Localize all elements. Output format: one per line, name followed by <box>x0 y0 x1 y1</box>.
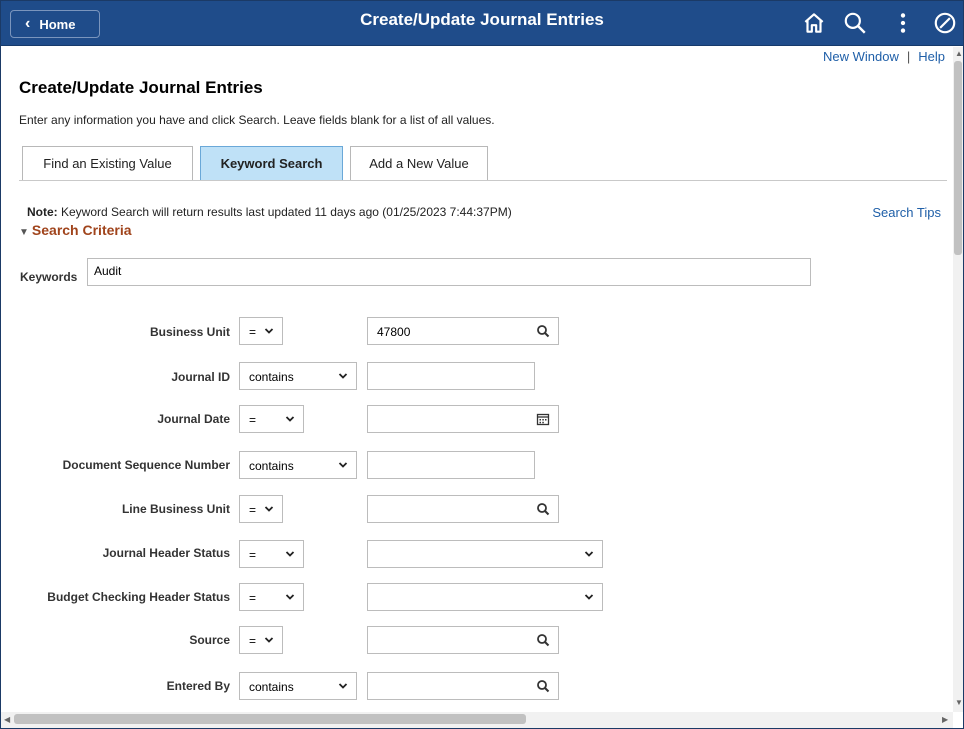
triangle-down-icon: ▼ <box>19 227 29 238</box>
chevron-down-icon <box>285 594 295 600</box>
operator-value: = <box>249 548 257 562</box>
chevron-down-icon <box>338 373 348 379</box>
business-unit-input[interactable]: 47800 <box>367 317 559 345</box>
navbar-compass-icon[interactable] <box>932 10 958 36</box>
tab-label: Find an Existing Value <box>43 156 172 171</box>
chevron-down-icon <box>338 683 348 689</box>
chevron-down-icon <box>264 328 274 334</box>
line-business-unit-label: Line Business Unit <box>121 502 230 516</box>
note-prefix: Note: <box>27 205 58 219</box>
actions-menu-icon[interactable] <box>890 10 916 36</box>
entered-by-operator[interactable]: contains <box>239 672 357 700</box>
tab-label: Add a New Value <box>369 156 469 171</box>
journal-header-status-select[interactable] <box>367 540 603 568</box>
chevron-down-icon <box>584 551 594 557</box>
chevron-down-icon <box>338 462 348 468</box>
field-value: 47800 <box>377 325 411 339</box>
tab-add-new-value[interactable]: Add a New Value <box>350 146 488 180</box>
document-sequence-number-operator[interactable]: contains <box>239 451 357 479</box>
journal-date-input[interactable] <box>367 405 559 433</box>
business-unit-label: Business Unit <box>149 325 230 339</box>
header-bar: ‹ Home Create/Update Journal Entries <box>1 1 963 46</box>
note-text: Keyword Search will return results last … <box>57 205 512 219</box>
keywords-input[interactable]: Audit <box>87 258 811 286</box>
line-business-unit-operator[interactable]: = <box>239 495 283 523</box>
scroll-up-arrow-icon[interactable]: ▲ <box>955 49 963 58</box>
search-tips-link[interactable]: Search Tips <box>872 205 941 220</box>
chevron-down-icon <box>285 551 295 557</box>
vertical-scrollbar-thumb[interactable] <box>954 61 962 255</box>
journal-date-operator[interactable]: = <box>239 405 304 433</box>
budget-checking-header-status-label: Budget Checking Header Status <box>47 590 230 604</box>
scroll-right-arrow-icon[interactable]: ▶ <box>942 715 948 724</box>
source-input[interactable] <box>367 626 559 654</box>
search-criteria-label: Search Criteria <box>31 222 132 238</box>
budget-checking-header-status-operator[interactable]: = <box>239 583 304 611</box>
horizontal-scrollbar-thumb[interactable] <box>14 714 526 724</box>
page-title: Create/Update Journal Entries <box>19 78 263 97</box>
app-window: ‹ Home Create/Update Journal Entries New… <box>0 0 964 729</box>
search-icon[interactable] <box>536 633 550 647</box>
chevron-down-icon <box>264 637 274 643</box>
calendar-icon[interactable] <box>536 412 550 426</box>
operator-value: = <box>249 634 257 648</box>
entered-by-label: Entered By <box>166 679 230 693</box>
keywords-label: Keywords <box>20 270 78 284</box>
operator-value: = <box>249 591 257 605</box>
operator-value: = <box>249 325 257 339</box>
operator-value: = <box>249 413 257 427</box>
page-instructions: Enter any information you have and click… <box>19 113 495 127</box>
journal-id-input[interactable] <box>367 362 535 390</box>
keyword-note: Note: Keyword Search will return results… <box>27 205 512 219</box>
scroll-left-arrow-icon[interactable]: ◀ <box>4 715 10 724</box>
tab-find-existing-value[interactable]: Find an Existing Value <box>22 146 193 180</box>
chevron-down-icon <box>264 506 274 512</box>
link-separator: | <box>906 49 911 64</box>
entered-by-input[interactable] <box>367 672 559 700</box>
document-sequence-number-label: Document Sequence Number <box>62 458 230 472</box>
tab-label: Keyword Search <box>220 156 323 171</box>
document-sequence-number-input[interactable] <box>367 451 535 479</box>
journal-id-operator[interactable]: contains <box>239 362 357 390</box>
journal-id-label: Journal ID <box>171 370 230 384</box>
operator-value: contains <box>249 680 294 694</box>
tab-keyword-search[interactable]: Keyword Search <box>200 146 343 180</box>
search-icon[interactable] <box>536 679 550 693</box>
tab-divider <box>19 180 947 181</box>
source-label: Source <box>189 633 230 647</box>
home-icon[interactable] <box>801 10 827 36</box>
source-operator[interactable]: = <box>239 626 283 654</box>
new-window-link[interactable]: New Window <box>823 49 899 64</box>
operator-value: contains <box>249 370 294 384</box>
line-business-unit-input[interactable] <box>367 495 559 523</box>
search-icon[interactable] <box>842 10 868 36</box>
chevron-down-icon <box>285 416 295 422</box>
journal-header-status-operator[interactable]: = <box>239 540 304 568</box>
search-icon[interactable] <box>536 324 550 338</box>
journal-header-status-label: Journal Header Status <box>102 546 230 560</box>
top-links: New Window | Help <box>823 49 945 64</box>
journal-date-label: Journal Date <box>157 412 230 426</box>
search-icon[interactable] <box>536 502 550 516</box>
scroll-down-arrow-icon[interactable]: ▼ <box>955 698 963 707</box>
chevron-down-icon <box>584 594 594 600</box>
operator-value: = <box>249 503 257 517</box>
help-link[interactable]: Help <box>918 49 945 64</box>
operator-value: contains <box>249 459 294 473</box>
budget-checking-header-status-select[interactable] <box>367 583 603 611</box>
business-unit-operator[interactable]: = <box>239 317 283 345</box>
search-criteria-toggle[interactable]: ▼ Search Criteria <box>19 222 132 238</box>
